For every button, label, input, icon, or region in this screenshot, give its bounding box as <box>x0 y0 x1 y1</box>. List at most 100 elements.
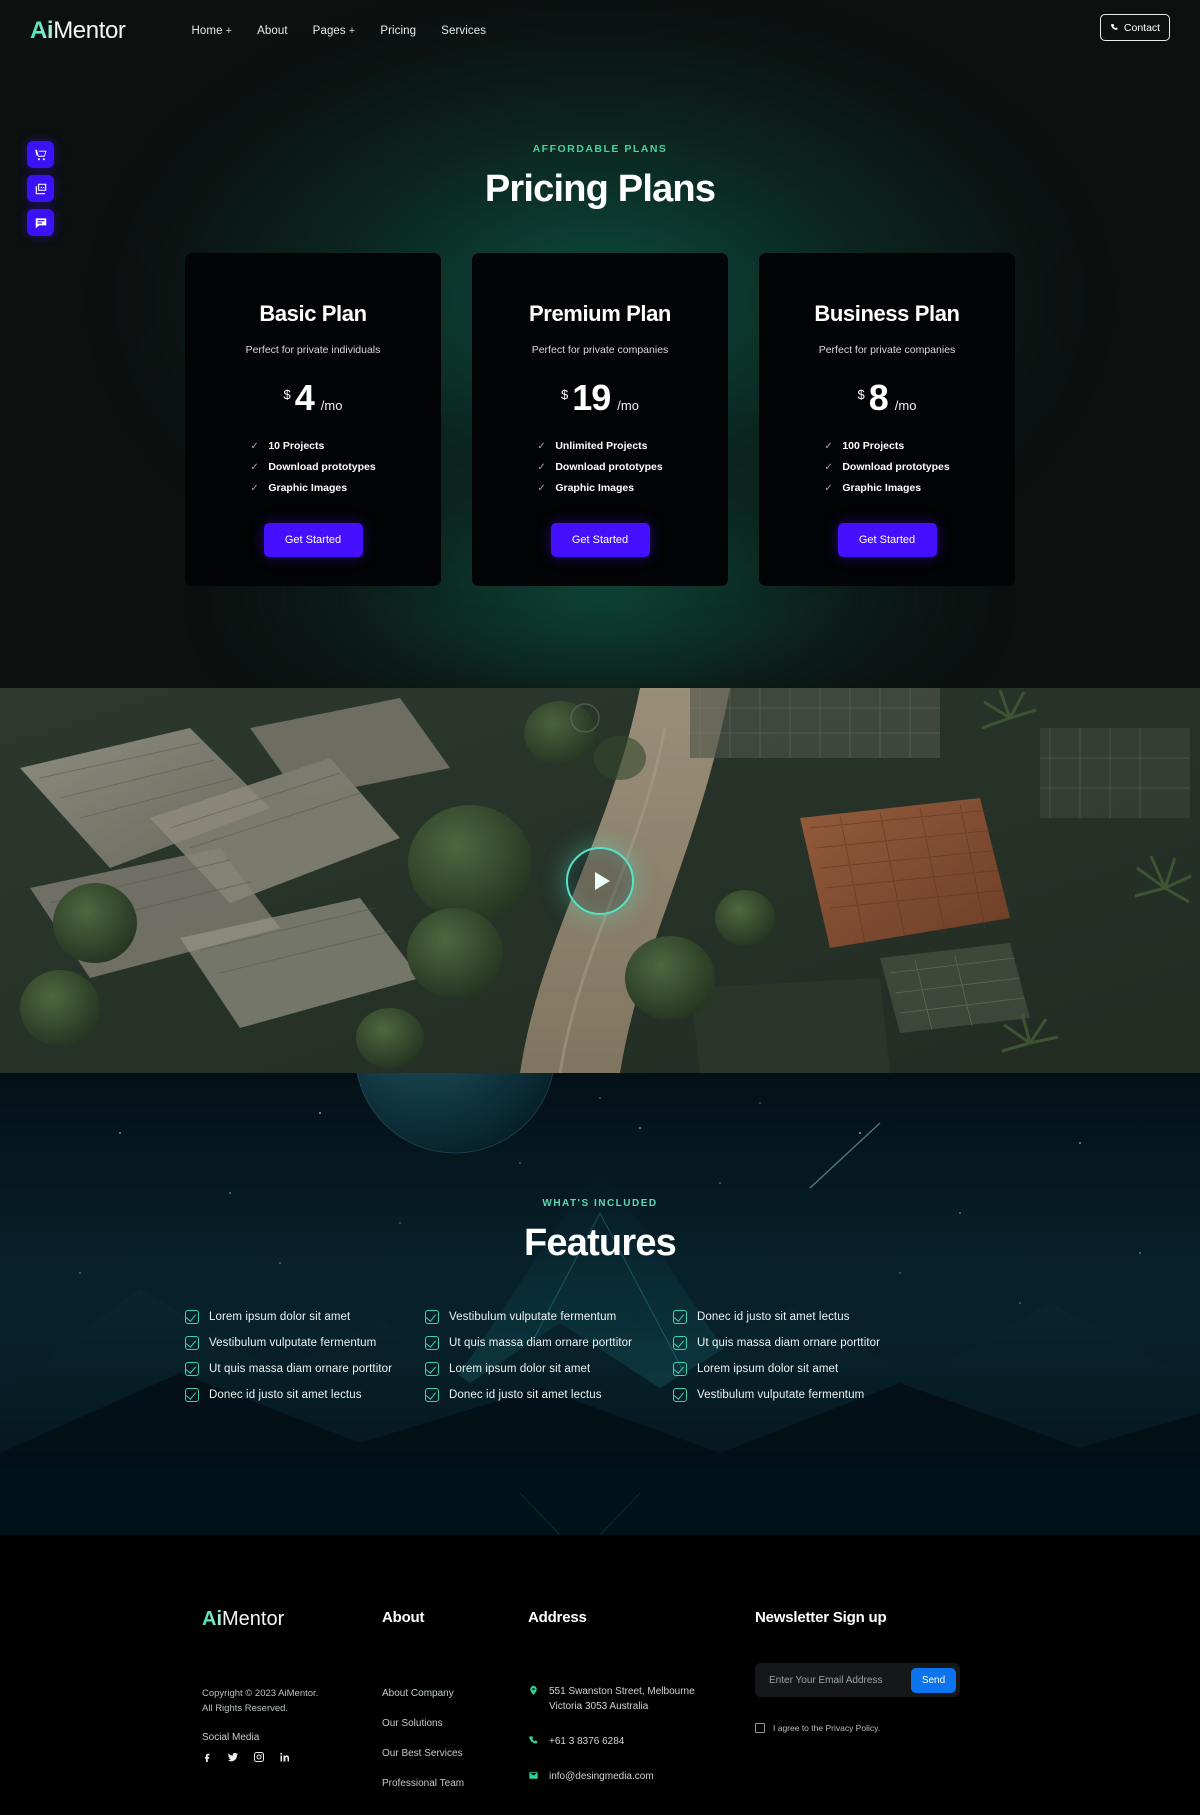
get-started-button[interactable]: Get Started <box>550 523 650 557</box>
privacy-checkbox[interactable] <box>755 1723 765 1733</box>
newsletter-form: Send <box>755 1663 960 1697</box>
address-email: info@desingmedia.com <box>549 1771 654 1782</box>
images-icon <box>35 183 46 194</box>
nav-item-home[interactable]: Home + <box>192 25 233 37</box>
envelope-icon <box>529 1772 538 1779</box>
feature-label: Ut quis massa diam ornare porttitor <box>697 1337 881 1349</box>
send-button[interactable]: Send <box>911 1667 956 1693</box>
feature-label: Lorem ipsum dolor sit amet <box>209 1311 351 1323</box>
address-phone-row[interactable]: +61 3 8376 6284 <box>528 1734 695 1749</box>
cart-dock-button[interactable] <box>27 141 54 168</box>
plan-feature: ✓ Unlimited Projects <box>537 440 662 452</box>
get-started-button[interactable]: Get Started <box>263 523 363 557</box>
check-icon: ✓ <box>824 440 833 452</box>
contact-button[interactable]: Contact <box>1100 14 1170 41</box>
address-email-row[interactable]: info@desingmedia.com <box>528 1769 695 1784</box>
checkbox-checked-icon <box>425 1388 439 1402</box>
copyright-text: Copyright © 2023 AiMentor. All Rights Re… <box>202 1688 319 1714</box>
plus-icon: + <box>225 24 233 37</box>
feature-label: Lorem ipsum dolor sit amet <box>697 1363 839 1375</box>
feature-item: Donec id justo sit amet lectus <box>673 1310 903 1324</box>
plan-subtitle: Perfect for private companies <box>531 344 669 356</box>
plan-subtitle: Perfect for private individuals <box>245 344 381 356</box>
address-phone: +61 3 8376 6284 <box>549 1736 625 1747</box>
site-header: Ai Mentor Home + About Pages + Pricing Se… <box>0 0 1200 62</box>
feature-label: Donec id justo sit amet lectus <box>697 1311 850 1323</box>
feature-item: Lorem ipsum dolor sit amet <box>425 1362 655 1376</box>
plan-feature-label: Graphic Images <box>842 482 922 494</box>
plus-icon: + <box>348 24 356 37</box>
price-period: /mo <box>320 398 343 413</box>
nav-label: Services <box>441 25 487 37</box>
plan-feature-label: Download prototypes <box>555 461 663 473</box>
pricing-card-business[interactable]: Business Plan Perfect for private compan… <box>759 253 1015 586</box>
contact-button-label: Contact <box>1123 21 1161 34</box>
feature-label: Vestibulum vulputate fermentum <box>209 1337 377 1349</box>
check-icon: ✓ <box>250 440 259 452</box>
gallery-dock-button[interactable] <box>27 175 54 202</box>
logo-prefix: Ai <box>30 17 54 44</box>
instagram-icon[interactable] <box>253 1751 265 1763</box>
play-icon <box>595 871 610 890</box>
plan-feature: ✓ 10 Projects <box>250 440 375 452</box>
plan-feature-label: 10 Projects <box>268 440 325 452</box>
plan-feature: ✓ 100 Projects <box>824 440 949 452</box>
feature-item: Ut quis massa diam ornare porttitor <box>425 1336 655 1350</box>
check-icon: ✓ <box>537 440 546 452</box>
linkedin-icon[interactable] <box>279 1751 291 1763</box>
nav-item-services[interactable]: Services <box>441 25 486 37</box>
price-amount: 8 <box>868 377 889 418</box>
footer-about-links: About Company Our Solutions Our Best Ser… <box>382 1688 464 1789</box>
page-title: Pricing Plans <box>484 168 716 210</box>
play-button[interactable] <box>566 846 634 915</box>
facebook-icon[interactable] <box>201 1751 213 1763</box>
feature-item: Vestibulum vulputate fermentum <box>425 1310 655 1324</box>
plan-price: $ 4 /mo <box>185 380 441 416</box>
privacy-agree-row[interactable]: I agree to the Privacy Policy. <box>755 1723 880 1733</box>
footer-link-our-solutions[interactable]: Our Solutions <box>382 1718 464 1729</box>
plan-feature: ✓ Download prototypes <box>250 461 375 473</box>
footer-link-our-best-services[interactable]: Our Best Services <box>382 1748 464 1759</box>
floating-action-dock <box>27 141 54 236</box>
plan-subtitle: Perfect for private companies <box>818 344 956 356</box>
plan-feature-label: 100 Projects <box>842 440 905 452</box>
nav-item-pages[interactable]: Pages + <box>313 25 356 37</box>
pricing-card-basic[interactable]: Basic Plan Perfect for private individua… <box>185 253 441 586</box>
checkbox-checked-icon <box>425 1310 439 1324</box>
check-icon: ✓ <box>824 461 833 473</box>
video-banner[interactable] <box>0 688 1200 1073</box>
footer-logo[interactable]: Ai Mentor <box>202 1608 284 1631</box>
site-logo[interactable]: Ai Mentor <box>30 17 126 45</box>
nav-label: About <box>257 25 288 37</box>
price-period: /mo <box>894 398 917 413</box>
feature-label: Lorem ipsum dolor sit amet <box>449 1363 591 1375</box>
pricing-eyebrow: AFFORDABLE PLANS <box>532 143 668 155</box>
features-eyebrow: WHAT'S INCLUDED <box>542 1198 658 1209</box>
feature-item: Vestibulum vulputate fermentum <box>185 1336 407 1350</box>
twitter-icon[interactable] <box>227 1751 239 1763</box>
pricing-card-premium[interactable]: Premium Plan Perfect for private compani… <box>472 253 728 586</box>
price-period: /mo <box>617 398 639 413</box>
plan-feature-label: Download prototypes <box>842 461 950 473</box>
phone-icon <box>529 1736 538 1744</box>
plan-feature: ✓ Graphic Images <box>250 482 375 494</box>
email-input[interactable] <box>755 1674 911 1686</box>
nav-item-pricing[interactable]: Pricing <box>380 25 416 37</box>
nav-label: Pages <box>312 25 346 37</box>
checkbox-checked-icon <box>425 1336 439 1350</box>
get-started-button[interactable]: Get Started <box>837 523 937 557</box>
plan-feature-list: ✓ 100 Projects ✓ Download prototypes ✓ G… <box>824 440 949 503</box>
plan-feature: ✓ Graphic Images <box>537 482 662 494</box>
features-title: Features <box>523 1222 677 1264</box>
address-street: 551 Swanston Street, Melbourne Victoria … <box>549 1686 695 1712</box>
footer-link-professional-team[interactable]: Professional Team <box>382 1778 464 1789</box>
plan-price: $ 19 /mo <box>472 380 728 416</box>
nav-item-about[interactable]: About <box>257 25 288 37</box>
pricing-card-list: Basic Plan Perfect for private individua… <box>185 253 1015 586</box>
feature-item: Donec id justo sit amet lectus <box>425 1388 655 1402</box>
check-icon: ✓ <box>824 482 833 494</box>
checkbox-checked-icon <box>673 1362 687 1376</box>
chat-dock-button[interactable] <box>27 209 54 236</box>
footer-link-about-company[interactable]: About Company <box>382 1688 464 1699</box>
main-nav: Home + About Pages + Pricing Services <box>192 25 487 37</box>
